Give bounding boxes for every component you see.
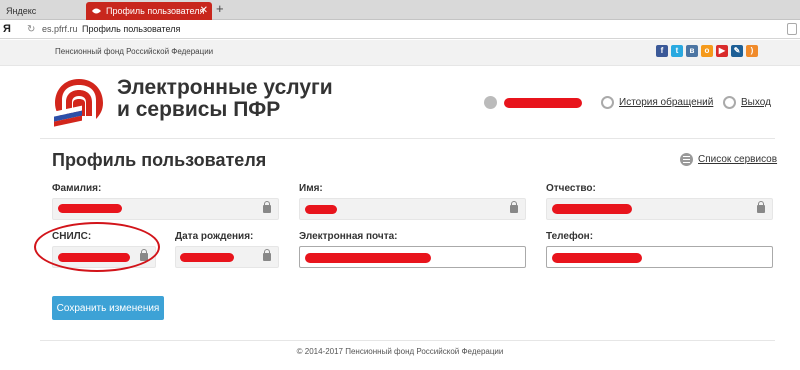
page-title: Профиль пользователя bbox=[52, 150, 267, 170]
lock-icon bbox=[757, 201, 765, 213]
highlight-circle bbox=[34, 222, 160, 272]
redacted-surname bbox=[58, 204, 122, 213]
browser-tab-bar: Яндекс Профиль пользователя ✕ + bbox=[0, 0, 800, 20]
history-label: История обращений bbox=[619, 97, 714, 108]
pfr-logo-icon[interactable] bbox=[52, 76, 106, 130]
facebook-icon[interactable]: f bbox=[656, 45, 668, 57]
odnoklassniki-icon[interactable]: o bbox=[701, 45, 713, 57]
patronymic-label: Отчество: bbox=[546, 183, 596, 194]
rss-icon[interactable]: ) bbox=[746, 45, 758, 57]
yandex-logo-icon[interactable]: Я bbox=[3, 20, 11, 39]
user-account[interactable] bbox=[484, 96, 497, 112]
url-text[interactable]: es.pfrf.ru bbox=[42, 20, 78, 39]
redacted-username bbox=[504, 98, 582, 108]
tab-yandex[interactable]: Яндекс bbox=[0, 2, 82, 20]
livejournal-icon[interactable]: ✎ bbox=[731, 45, 743, 57]
footer-copyright: © 2014-2017 Пенсионный фонд Российской Ф… bbox=[296, 347, 504, 356]
brand-line-1: Электронные услуги bbox=[117, 76, 333, 99]
lock-icon bbox=[510, 201, 518, 213]
tab-label: Яндекс bbox=[6, 6, 37, 16]
lock-page-icon[interactable] bbox=[787, 23, 797, 35]
tab-profile[interactable]: Профиль пользователя ✕ bbox=[86, 2, 212, 20]
brand-line-2: и сервисы ПФР bbox=[117, 98, 281, 121]
save-changes-button[interactable]: Сохранить изменения bbox=[52, 296, 164, 320]
list-icon bbox=[680, 153, 693, 166]
lock-icon bbox=[263, 201, 271, 213]
email-label: Электронная почта: bbox=[299, 231, 398, 242]
divider bbox=[40, 138, 775, 139]
phone-label: Телефон: bbox=[546, 231, 594, 242]
lock-icon bbox=[263, 249, 271, 261]
redacted-email bbox=[305, 253, 431, 263]
divider bbox=[40, 340, 775, 341]
reload-icon[interactable]: ↻ bbox=[27, 20, 35, 39]
pfr-favicon-icon bbox=[92, 8, 101, 14]
user-icon bbox=[484, 96, 497, 109]
services-label: Список сервисов bbox=[698, 154, 778, 165]
close-tab-icon[interactable]: ✕ bbox=[200, 2, 208, 20]
redacted-phone bbox=[552, 253, 642, 263]
org-name: Пенсионный фонд Российской Федерации bbox=[55, 47, 214, 56]
name-label: Имя: bbox=[299, 183, 323, 194]
vk-icon[interactable]: в bbox=[686, 45, 698, 57]
logout-icon bbox=[723, 96, 736, 109]
brand-title[interactable]: Электронные услуги и сервисы ПФР bbox=[117, 77, 357, 121]
logout-label: Выход bbox=[741, 97, 771, 108]
new-tab-button[interactable]: + bbox=[216, 1, 224, 16]
social-links: f t в o ▶ ✎ ) bbox=[656, 45, 758, 57]
twitter-icon[interactable]: t bbox=[671, 45, 683, 57]
youtube-icon[interactable]: ▶ bbox=[716, 45, 728, 57]
redacted-name bbox=[305, 205, 337, 214]
tab-label: Профиль пользователя bbox=[106, 6, 205, 16]
address-bar[interactable]: Я ↻ es.pfrf.ru Профиль пользователя bbox=[0, 20, 800, 39]
surname-label: Фамилия: bbox=[52, 183, 102, 194]
redacted-patronymic bbox=[552, 204, 632, 214]
history-icon bbox=[601, 96, 614, 109]
page-title-in-address: Профиль пользователя bbox=[82, 24, 181, 34]
top-strip: Пенсионный фонд Российской Федерации f t… bbox=[0, 40, 800, 66]
birthdate-label: Дата рождения: bbox=[175, 231, 254, 242]
redacted-birthdate bbox=[180, 253, 234, 262]
